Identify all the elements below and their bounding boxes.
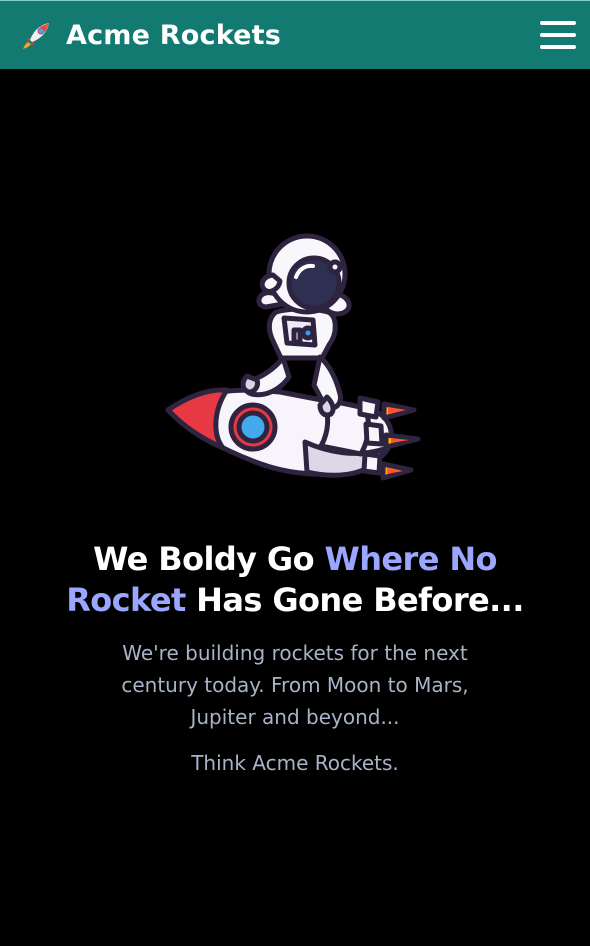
hero-description: We're building rockets for the next cent… (121, 641, 469, 729)
rocket-icon (20, 18, 54, 52)
hero-title-part-2: Has Gone Before... (185, 581, 524, 619)
brand-name: Acme Rockets (66, 19, 282, 51)
hamburger-menu-icon-top-bar (540, 21, 576, 25)
hamburger-menu-icon-middle-bar (540, 33, 576, 37)
hero-section: We Boldy Go Where No Rocket Has Gone Bef… (0, 69, 590, 946)
hero-tagline: Think Acme Rockets. (191, 751, 399, 775)
hamburger-menu-icon-bottom-bar (540, 45, 576, 49)
top-navigation: Acme Rockets (0, 0, 590, 69)
menu-button[interactable] (540, 19, 576, 51)
hero-title: We Boldy Go Where No Rocket Has Gone Bef… (30, 539, 560, 621)
astronaut-on-rocket-illustration (165, 233, 421, 481)
hero-title-part-1: We Boldy Go (93, 540, 325, 578)
brand-home-link[interactable]: Acme Rockets (20, 18, 281, 52)
